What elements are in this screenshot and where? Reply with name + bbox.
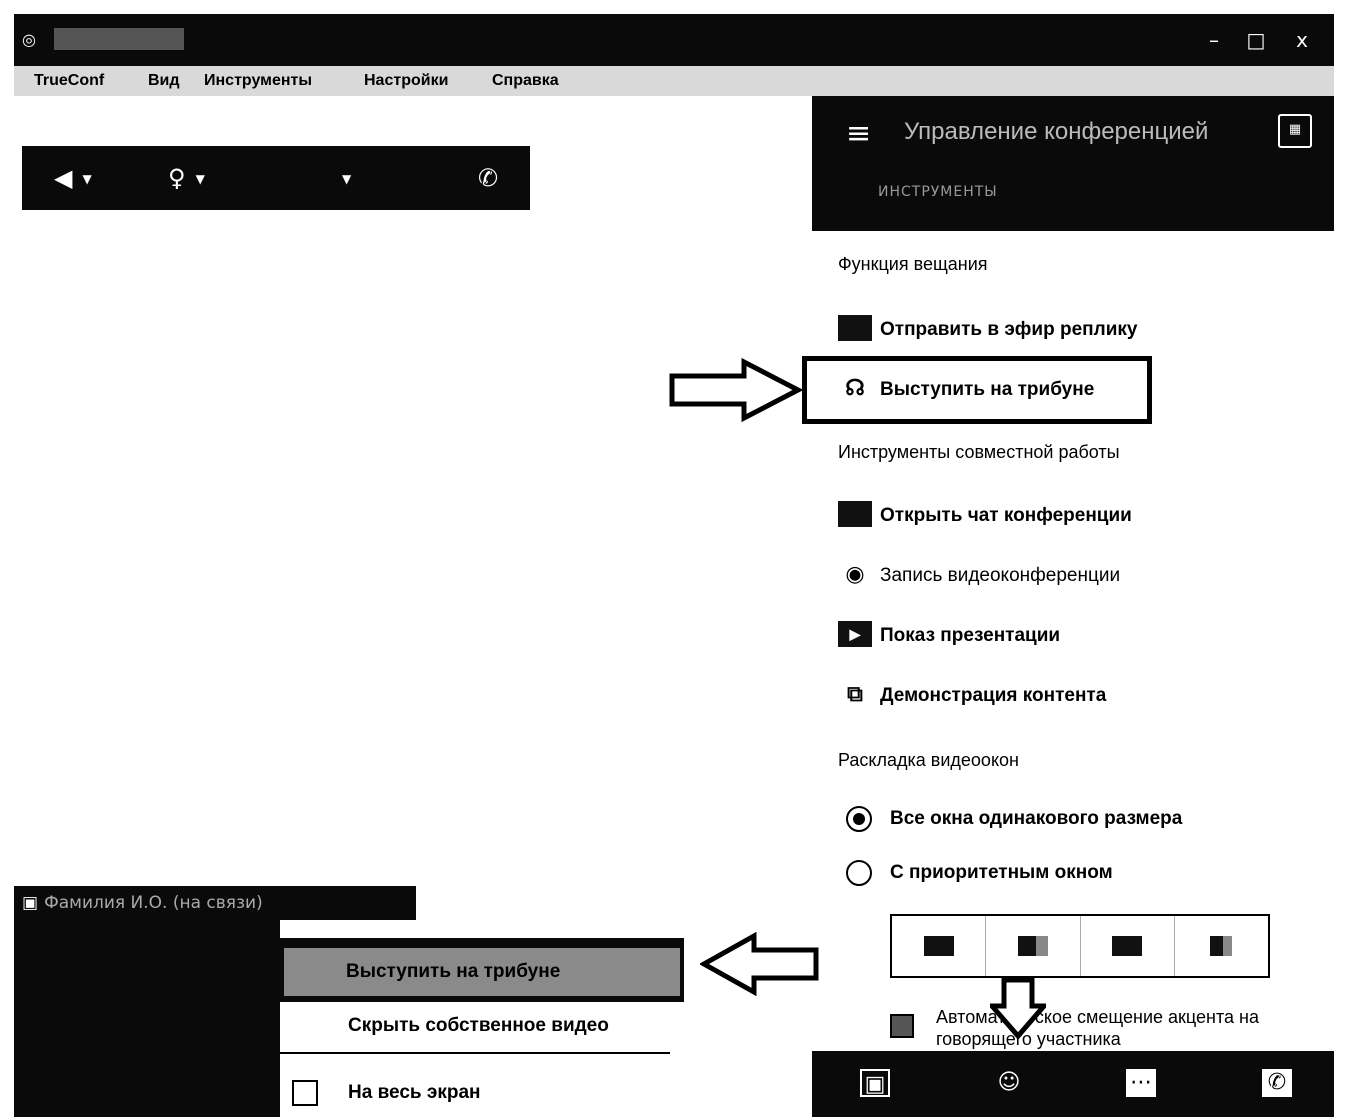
broadcast-icon — [838, 314, 872, 341]
play-icon: ▶ — [838, 620, 872, 647]
participants-icon[interactable]: ☺ — [994, 1069, 1024, 1097]
self-view-icon: ▣ — [22, 893, 39, 913]
send-reply-button[interactable]: Отправить в эфир реплику — [838, 310, 1137, 350]
panel-footer: ▣ ☺ ⋯ ✆ — [812, 1051, 1334, 1117]
arrow-down-icon — [990, 977, 1046, 1040]
panel-header: ≡ Управление конференцией ▦ ИНСТРУМЕНТЫ — [812, 96, 1334, 231]
panel-title: Управление конференцией — [904, 118, 1209, 145]
conference-panel: ≡ Управление конференцией ▦ ИНСТРУМЕНТЫ … — [812, 96, 1334, 1117]
radio-priority-label: С приоритетным окном — [890, 862, 1113, 884]
annotation-highlight-box — [802, 356, 1152, 424]
presentation-button[interactable]: ▶ Показ презентации — [838, 616, 1060, 656]
menu-help[interactable]: Справка — [492, 72, 559, 90]
minimize-button[interactable]: – — [1194, 14, 1234, 66]
record-label: Запись видеоконференции — [880, 565, 1121, 586]
section-layout: Раскладка видеоокон — [838, 750, 1019, 770]
context-menu-highlight: Выступить на трибуне — [280, 938, 684, 1002]
ctx-fullscreen[interactable]: На весь экран — [280, 1069, 684, 1117]
self-view-label: ▣ Фамилия И.О. (на связи) — [14, 886, 416, 920]
screen-share-icon: ⧉ — [847, 680, 863, 706]
layout-icon — [923, 936, 954, 956]
self-view-name: Фамилия И.О. (на связи) — [44, 893, 263, 913]
contacts-icon[interactable]: ▣ — [860, 1069, 890, 1097]
calendar-icon[interactable]: ▦ — [1278, 114, 1312, 148]
open-chat-button[interactable]: Открыть чат конференции — [838, 496, 1132, 536]
open-chat-label: Открыть чат конференции — [880, 505, 1132, 526]
tab-tools[interactable]: ИНСТРУМЕНТЫ — [878, 184, 998, 200]
call-toolbar: ◀ ▼ ♀ ▼ ▼ ✆ — [22, 146, 530, 210]
ctx-fullscreen-label: На весь экран — [348, 1082, 481, 1103]
radio-equal-size[interactable]: Все окна одинакового размера — [846, 806, 1182, 832]
context-menu: Выступить на трибуне Скрыть собственное … — [280, 938, 684, 1117]
menubar: TrueConf Вид Инструменты Настройки Справ… — [14, 66, 1334, 96]
layout-icon — [1017, 936, 1048, 956]
speaker-icon[interactable]: ◀ ▼ — [54, 160, 92, 197]
close-button[interactable]: x — [1282, 14, 1322, 66]
menu-view[interactable]: Вид — [148, 72, 180, 90]
menu-divider — [280, 1052, 670, 1054]
content-share-label: Демонстрация контента — [880, 685, 1107, 706]
send-reply-label: Отправить в эфир реплику — [880, 319, 1138, 340]
layout-option-2[interactable] — [986, 916, 1081, 976]
speaker-dropdown-icon[interactable]: ▼ — [82, 172, 91, 186]
arrow-right-icon — [669, 358, 804, 422]
section-broadcast: Функция вещания — [838, 254, 988, 274]
record-button[interactable]: ◉ Запись видеоконференции — [838, 556, 1120, 596]
content-share-button[interactable]: ⧉ Демонстрация контента — [838, 676, 1106, 716]
camera-dropdown-icon[interactable]: ▼ — [332, 160, 351, 197]
radio-priority[interactable]: С приоритетным окном — [846, 860, 1113, 886]
menu-settings[interactable]: Настройки — [364, 72, 448, 90]
chat-icon — [838, 500, 872, 527]
layout-picker — [890, 914, 1270, 978]
presentation-label: Показ презентации — [880, 625, 1061, 646]
hangup-phone-icon[interactable]: ✆ — [478, 160, 498, 196]
layout-option-3[interactable] — [1081, 916, 1175, 976]
app-icon: ◎ — [22, 30, 36, 49]
layout-icon — [1210, 936, 1233, 956]
hangup-icon[interactable]: ✆ — [1262, 1069, 1292, 1097]
microphone-dropdown-icon[interactable]: ▼ — [196, 172, 205, 186]
record-icon: ◉ — [845, 560, 865, 586]
ctx-tribune[interactable]: Выступить на трибуне — [284, 948, 680, 996]
arrow-left-icon — [700, 932, 819, 996]
layout-icon — [1112, 936, 1143, 956]
fullscreen-checkbox[interactable] — [292, 1080, 318, 1106]
auto-focus-checkbox[interactable] — [890, 1014, 914, 1038]
menu-tools[interactable]: Инструменты — [204, 72, 312, 90]
radio-equal-label: Все окна одинакового размера — [890, 808, 1183, 830]
self-view-video[interactable] — [14, 920, 280, 1117]
ctx-hide-self[interactable]: Скрыть собственное видео — [280, 1002, 684, 1050]
chat-icon[interactable]: ⋯ — [1126, 1069, 1156, 1097]
layout-option-1[interactable] — [892, 916, 987, 976]
microphone-icon[interactable]: ♀ ▼ — [168, 160, 205, 197]
menu-trueconf[interactable]: TrueConf — [34, 72, 104, 90]
maximize-button[interactable]: □ — [1236, 14, 1276, 66]
radio-equal-indicator[interactable] — [846, 806, 872, 832]
radio-priority-indicator[interactable] — [846, 860, 872, 886]
window-title — [54, 28, 184, 50]
window-titlebar: ◎ – □ x — [14, 14, 1334, 66]
section-collab: Инструменты совместной работы — [838, 442, 1120, 462]
menu-icon[interactable]: ≡ — [846, 116, 871, 151]
layout-option-4[interactable] — [1175, 916, 1268, 976]
